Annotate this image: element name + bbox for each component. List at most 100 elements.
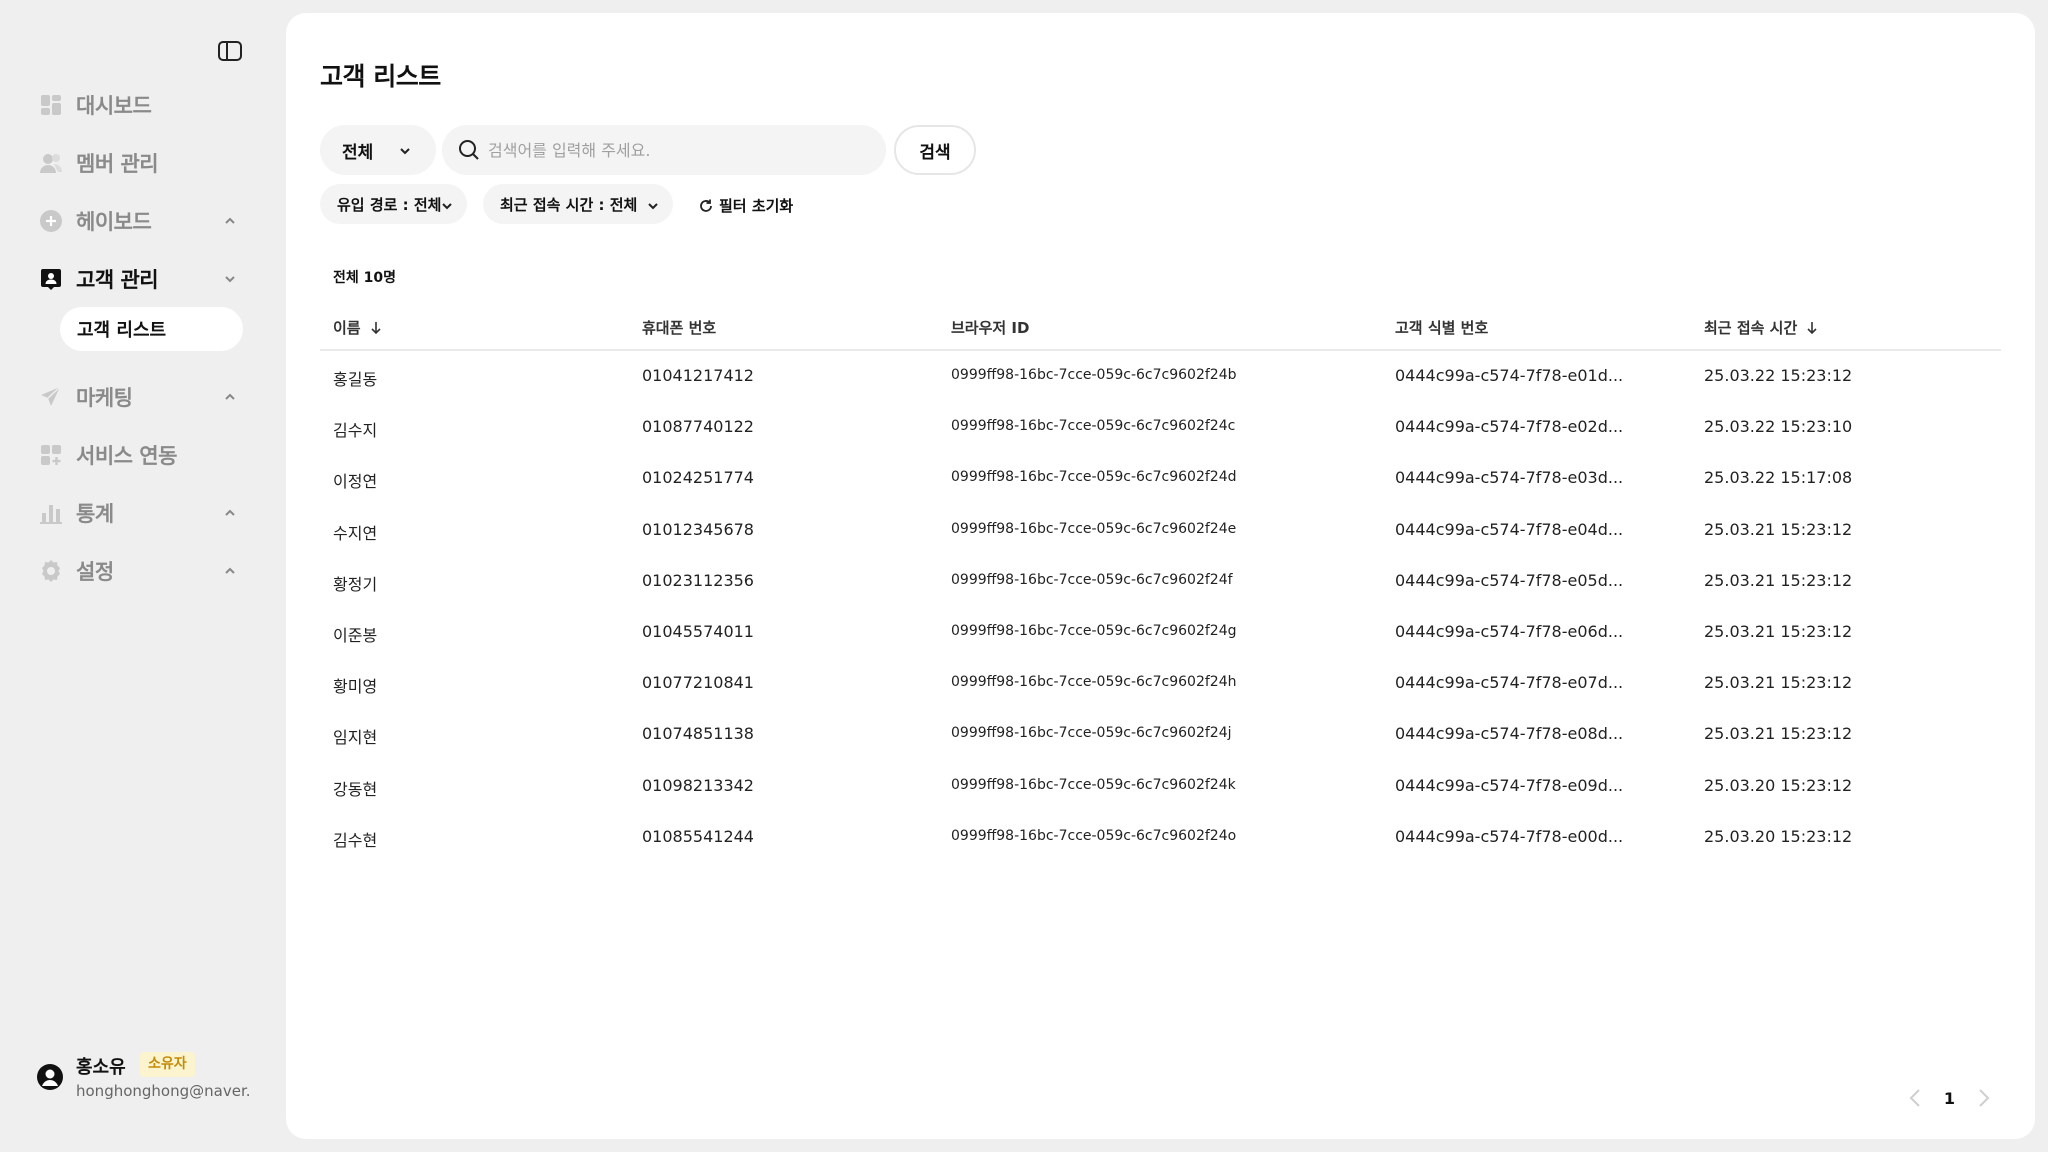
arrow-down-icon	[1807, 321, 1817, 334]
cell-name: 이정연	[333, 472, 378, 492]
sidebar-toggle-icon[interactable]	[217, 39, 243, 63]
column-header-label: 고객 식별 번호	[1395, 319, 1489, 337]
table-row[interactable]: 강동현 01098213342 0999ff98-16bc-7cce-059c-6c…	[320, 761, 2001, 812]
column-header-name[interactable]: 이름	[333, 317, 383, 338]
pagination: 1	[1908, 1087, 1991, 1109]
cell-phone: 01023112356	[642, 570, 754, 590]
sidebar-item-label: 마케팅	[76, 386, 133, 410]
dashboard-icon	[38, 92, 64, 118]
sidebar-item-customers[interactable]: 고객 관리	[38, 259, 248, 299]
cell-phone: 01012345678	[642, 519, 754, 539]
chevron-right-icon[interactable]	[1977, 1087, 1991, 1109]
cell-customer-id: 0444c99a-c574-7f78-e03d...	[1395, 468, 1624, 488]
chevron-left-icon[interactable]	[1908, 1087, 1922, 1109]
table-row[interactable]: 황미영 01077210841 0999ff98-16bc-7cce-059c-6c…	[320, 658, 2001, 709]
bar-chart-icon	[38, 500, 64, 526]
arrow-down-icon	[371, 321, 381, 334]
sidebar-item-label: 통계	[76, 502, 114, 526]
filter-reset-button[interactable]: 필터 초기화	[698, 195, 793, 216]
search-button[interactable]: 검색	[894, 125, 976, 175]
cell-customer-id: 0444c99a-c574-7f78-e02d...	[1395, 417, 1624, 437]
column-header-customer-id: 고객 식별 번호	[1395, 317, 1488, 338]
sidebar-item-dashboard[interactable]: 대시보드	[38, 85, 248, 125]
cell-last-access: 25.03.22 15:23:10	[1704, 417, 1853, 437]
user-profile[interactable]: 홍소유 소유자 honghonghong@naver....	[36, 1050, 256, 1110]
column-header-label: 브라우저 ID	[951, 319, 1030, 337]
cell-browser-id: 0999ff98-16bc-7cce-059c-6c7c9602f24h	[951, 674, 1237, 691]
search-input[interactable]	[488, 140, 868, 160]
user-name: 홍소유	[76, 1057, 126, 1078]
members-icon	[38, 150, 64, 176]
cell-customer-id: 0444c99a-c574-7f78-e09d...	[1395, 775, 1624, 795]
cell-last-access: 25.03.22 15:23:12	[1704, 366, 1853, 385]
sidebar-subitem-customer-list[interactable]: 고객 리스트	[60, 307, 243, 351]
sidebar-item-label: 고객 관리	[76, 268, 159, 292]
cell-last-access: 25.03.20 15:23:12	[1704, 775, 1853, 795]
gear-icon	[38, 558, 64, 584]
table-row[interactable]: 이준봉 01045574011 0999ff98-16bc-7cce-059c-6c…	[320, 607, 2001, 658]
cell-phone: 01077210841	[642, 673, 754, 693]
page-number[interactable]: 1	[1944, 1089, 1955, 1108]
cell-last-access: 25.03.21 15:23:12	[1704, 724, 1853, 744]
table-body: 홍길동 01041217412 0999ff98-16bc-7cce-059c-6c…	[320, 351, 2001, 863]
main-panel: 고객 리스트 전체 검색 유입 경로 : 전체 최근 접속 시간 : 전체 필터…	[286, 13, 2035, 1139]
cell-last-access: 25.03.21 15:23:12	[1704, 519, 1853, 539]
cell-name: 홍길동	[333, 370, 378, 389]
chevron-up-icon	[222, 563, 238, 579]
cell-browser-id: 0999ff98-16bc-7cce-059c-6c7c9602f24f	[951, 571, 1233, 588]
megaphone-icon	[38, 384, 64, 410]
cell-last-access: 25.03.20 15:23:12	[1704, 826, 1853, 846]
column-header-label: 최근 접속 시간	[1704, 319, 1798, 337]
table-row[interactable]: 이정연 01024251774 0999ff98-16bc-7cce-059c-6c…	[320, 453, 2001, 504]
cell-phone: 01041217412	[642, 366, 754, 385]
sidebar-item-members[interactable]: 멤버 관리	[38, 143, 248, 183]
role-badge: 소유자	[140, 1052, 195, 1077]
column-header-last-access[interactable]: 최근 접속 시간	[1704, 317, 1819, 338]
sidebar-item-settings[interactable]: 설정	[38, 551, 248, 591]
cell-browser-id: 0999ff98-16bc-7cce-059c-6c7c9602f24g	[951, 622, 1237, 639]
cell-customer-id: 0444c99a-c574-7f78-e01d...	[1395, 366, 1624, 385]
customer-icon	[38, 266, 64, 292]
sidebar-item-integrations[interactable]: 서비스 연동	[38, 435, 248, 475]
user-email: honghonghong@naver....	[76, 1082, 251, 1100]
column-header-label: 이름	[333, 319, 361, 337]
filter-time-select[interactable]: 최근 접속 시간 : 전체	[483, 184, 673, 224]
sidebar-item-marketing[interactable]: 마케팅	[38, 377, 248, 417]
sidebar-item-label: 헤이보드	[76, 210, 152, 234]
table-row[interactable]: 황정기 01023112356 0999ff98-16bc-7cce-059c-6c…	[320, 556, 2001, 607]
apps-icon	[38, 442, 64, 468]
cell-last-access: 25.03.22 15:17:08	[1704, 468, 1853, 488]
cell-customer-id: 0444c99a-c574-7f78-e05d...	[1395, 570, 1624, 590]
sidebar: 대시보드 멤버 관리 헤이보드 고객 관리 고객 리스트 마케팅 서비스 연동	[0, 0, 286, 1152]
cell-browser-id: 0999ff98-16bc-7cce-059c-6c7c9602f24e	[951, 520, 1237, 537]
cell-customer-id: 0444c99a-c574-7f78-e00d...	[1395, 826, 1624, 846]
column-header-label: 휴대폰 번호	[642, 319, 717, 337]
refresh-icon	[700, 199, 712, 212]
sidebar-item-statistics[interactable]: 통계	[38, 493, 248, 533]
cell-phone: 01087740122	[642, 417, 754, 437]
plus-circle-icon	[38, 208, 64, 234]
cell-name: 황정기	[333, 574, 378, 594]
search-icon	[458, 139, 480, 161]
total-count: 전체 10명	[333, 270, 396, 286]
chevron-up-icon	[222, 505, 238, 521]
table-row[interactable]: 김수지 01087740122 0999ff98-16bc-7cce-059c-6c…	[320, 402, 2001, 453]
table-row[interactable]: 임지현 01074851138 0999ff98-16bc-7cce-059c-6c…	[320, 709, 2001, 760]
table-row[interactable]: 김수현 01085541244 0999ff98-16bc-7cce-059c-6c…	[320, 812, 2001, 863]
cell-phone: 01024251774	[642, 468, 754, 488]
sidebar-item-heyboard[interactable]: 헤이보드	[38, 201, 248, 241]
cell-browser-id: 0999ff98-16bc-7cce-059c-6c7c9602f24c	[951, 418, 1236, 435]
filter-source-select[interactable]: 유입 경로 : 전체	[320, 184, 467, 224]
filter-time-label: 최근 접속 시간 : 전체	[500, 195, 638, 214]
table-row[interactable]: 수지연 01012345678 0999ff98-16bc-7cce-059c-6c…	[320, 505, 2001, 556]
cell-name: 임지현	[333, 728, 378, 748]
search-box	[442, 125, 886, 175]
chevron-down-icon	[647, 198, 659, 210]
cell-name: 수지연	[333, 523, 378, 543]
scope-select-value: 전체	[342, 142, 374, 163]
table-row[interactable]: 홍길동 01041217412 0999ff98-16bc-7cce-059c-6c…	[320, 351, 2001, 402]
sidebar-item-label: 설정	[76, 560, 114, 584]
chevron-down-icon	[441, 198, 453, 210]
scope-select[interactable]: 전체	[320, 125, 436, 175]
cell-browser-id: 0999ff98-16bc-7cce-059c-6c7c9602f24o	[951, 827, 1237, 844]
